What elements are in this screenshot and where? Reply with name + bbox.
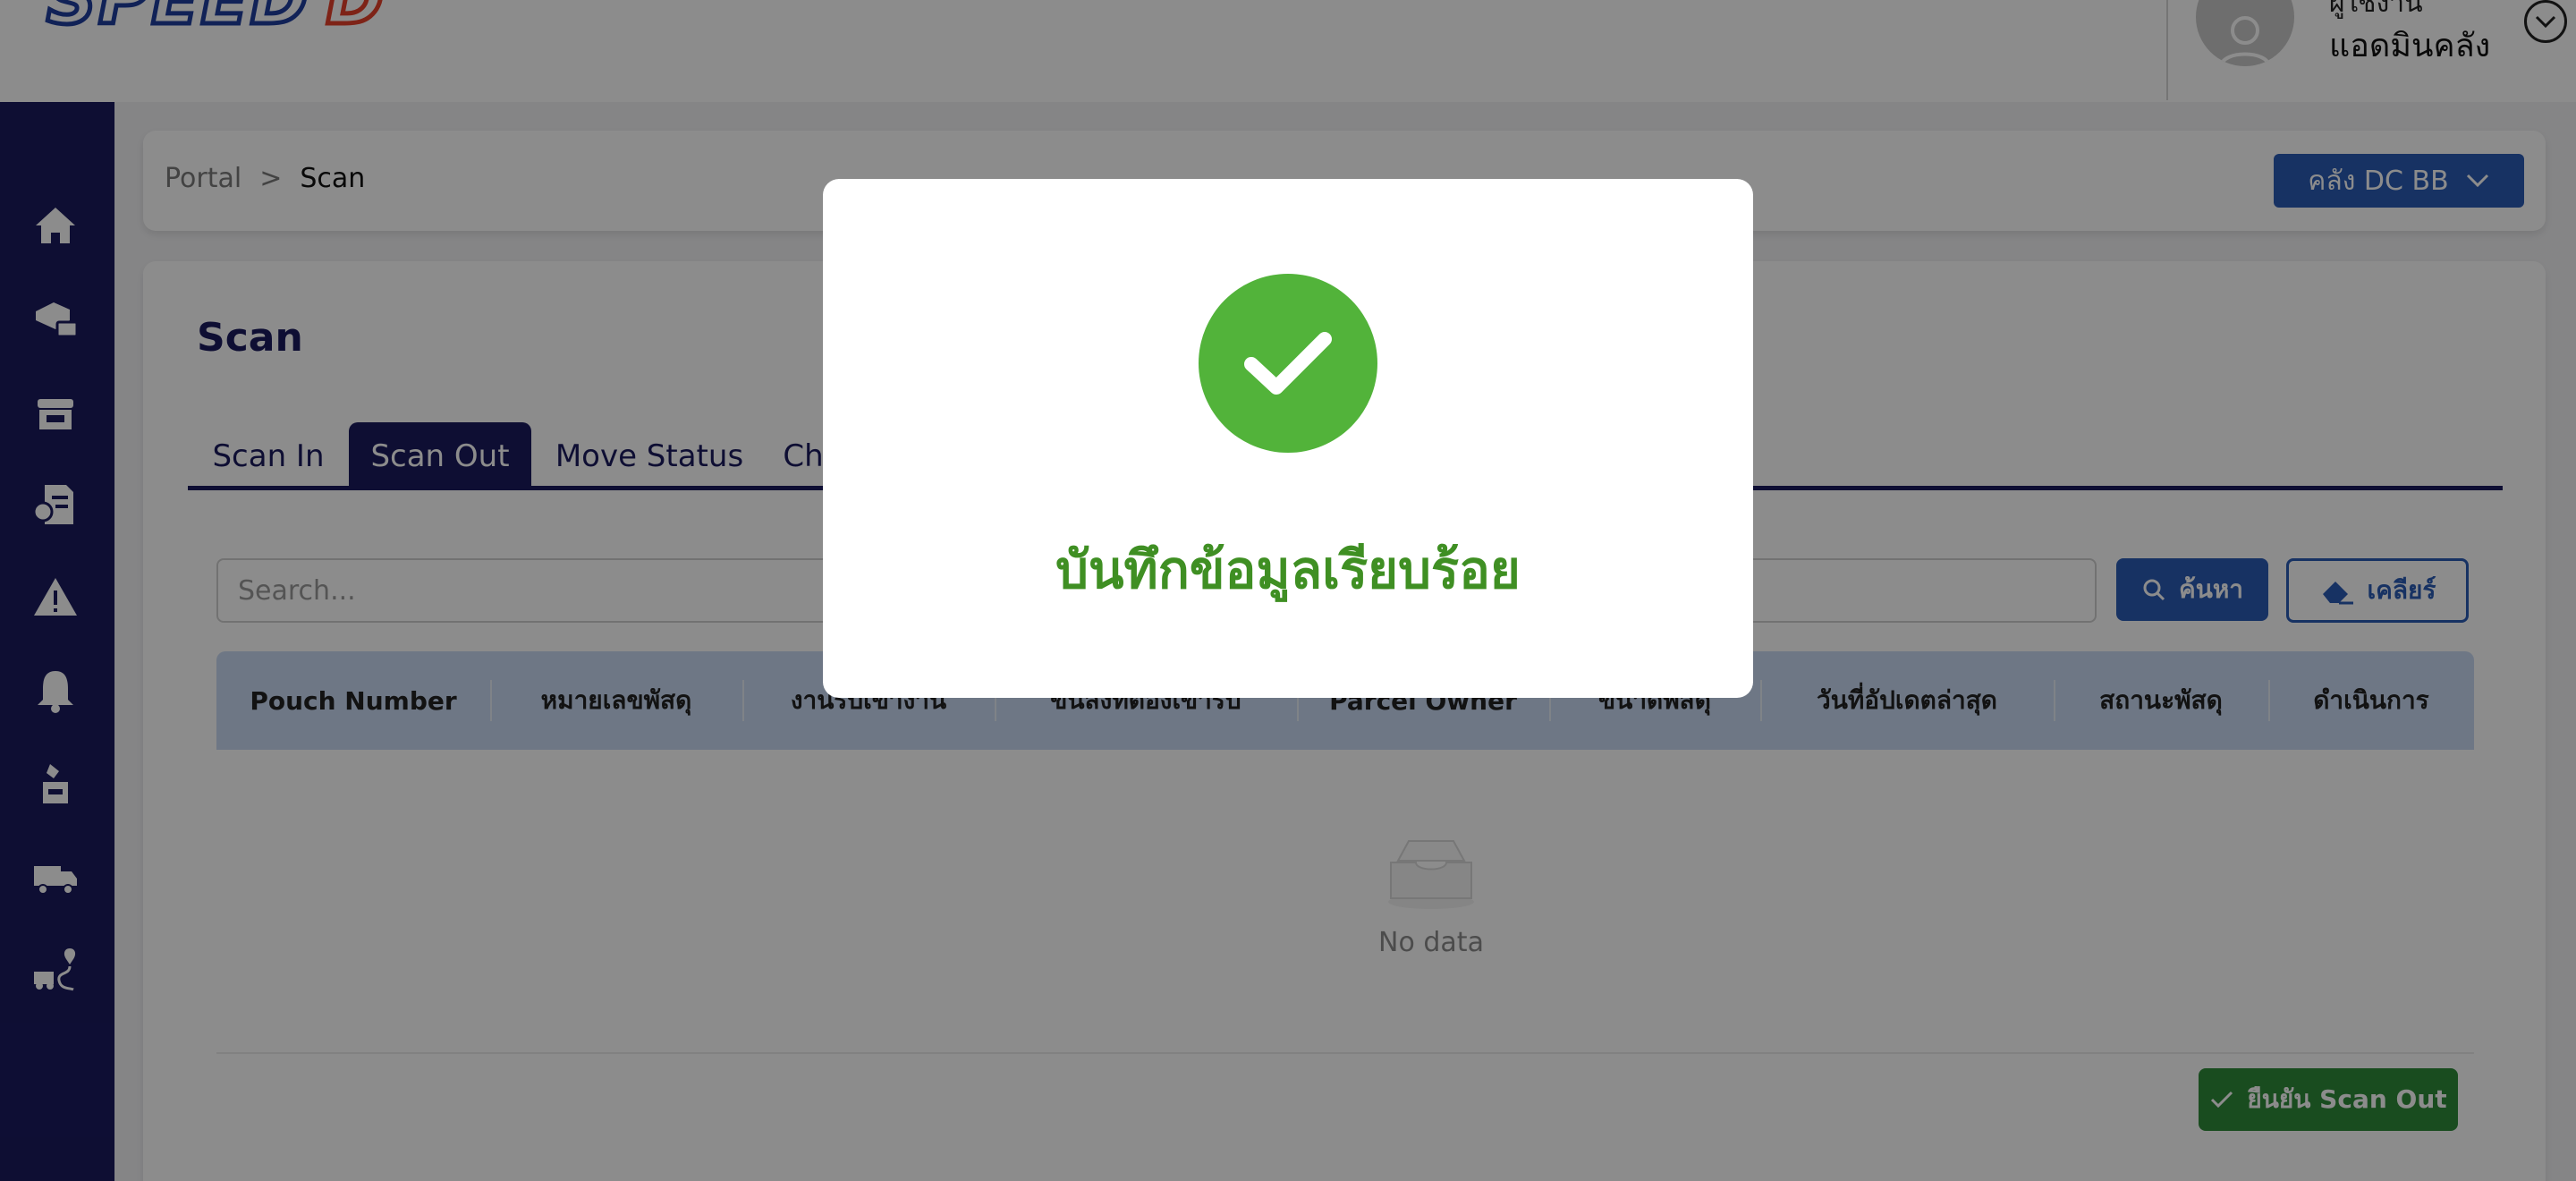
modal-message: บันทึกข้อมูลเรียบร้อย <box>1055 540 1521 600</box>
check-circle-icon <box>1199 274 1377 453</box>
success-modal: บันทึกข้อมูลเรียบร้อย <box>823 179 1753 698</box>
